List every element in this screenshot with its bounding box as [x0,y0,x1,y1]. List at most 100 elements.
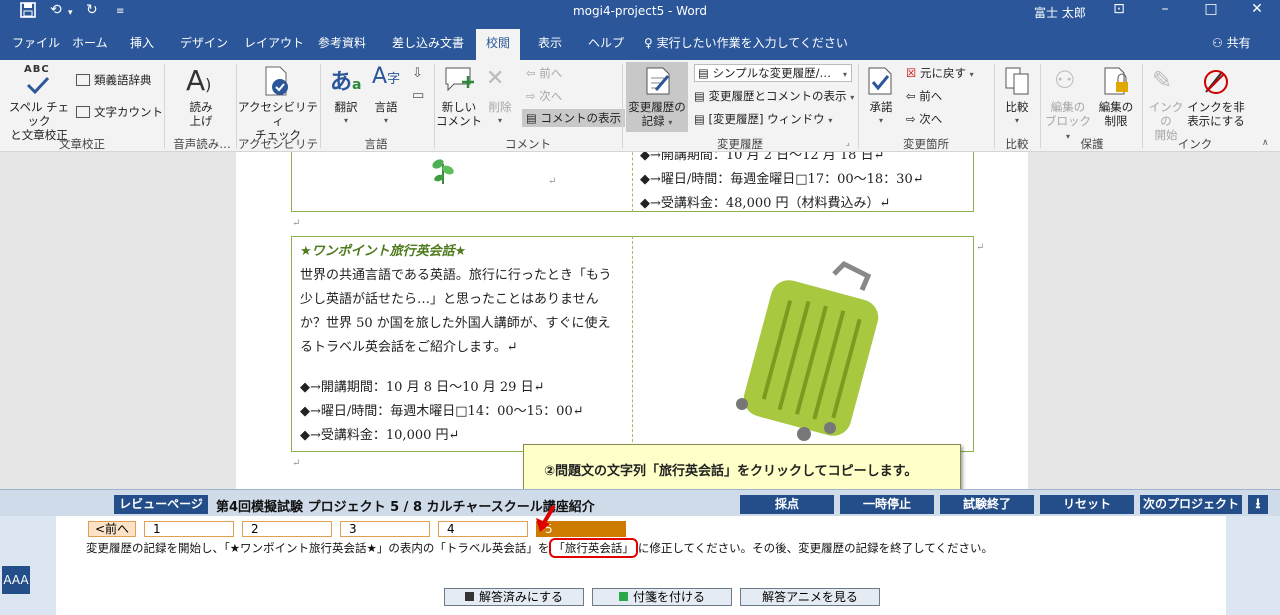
question-tab-1[interactable]: 1 [144,521,234,537]
accept-icon[interactable] [866,66,894,99]
prev-change-button[interactable]: ⇦ 前へ [906,89,942,103]
restrict-editing-icon[interactable] [1102,66,1130,99]
section-heading[interactable]: ★ワンポイント旅行英会話★ [300,240,466,259]
document-page[interactable]: ↵ ◆→開講期間：10 月 2 日～12 月 18 日↵ ◆→曜日/時間：毎週金… [236,152,1028,489]
maximize-icon[interactable]: □ [1196,1,1226,17]
question-tab-2[interactable]: 2 [242,521,332,537]
new-comment-button[interactable]: 新しい コメント [436,100,482,128]
paragraph-mark: ↵ [548,176,557,187]
hide-ink-icon[interactable] [1200,66,1230,99]
next-comment-button[interactable]: ⇨ 次へ [526,89,562,103]
prev-question-button[interactable]: <前へ [88,521,136,537]
block-authors-icon[interactable]: ⚇ [1054,66,1076,94]
language-extra-icon[interactable]: ⇩ [412,66,423,81]
track-changes-label-2: 記録 [641,114,665,128]
markup-display-select[interactable]: ▤ シンプルな変更履歴/… ▾ [694,64,852,82]
document-area[interactable]: ↵ ◆→開講期間：10 月 2 日～12 月 18 日↵ ◆→曜日/時間：毎週金… [0,152,1280,489]
minimize-icon[interactable]: – [1150,1,1180,17]
tab-home[interactable]: ホーム [72,34,108,51]
mark-answered-button[interactable]: 解答済みにする [444,588,584,606]
reject-button[interactable]: ☒ 元に戻す ▾ [906,66,974,82]
next-project-button[interactable]: 次のプロジェクト [1140,495,1242,514]
tab-insert[interactable]: 挿入 [130,34,154,51]
track-changes-button[interactable]: 変更履歴の 記録 ▾ [626,100,688,130]
language-icon[interactable]: A字 [372,64,400,89]
spelling-label: スペル チェック [8,100,70,128]
translate-button[interactable]: 翻訳 ▾ [326,100,366,128]
group-compare: 比較 [1005,137,1029,151]
detail-line-3[interactable]: ◆→受講料金：10,000 円↵ [300,424,459,443]
reviewing-pane-button[interactable]: ▤ [変更履歴] ウィンドウ ▾ [694,112,832,128]
dialog-launcher-icon[interactable]: ⌟ [846,138,850,147]
close-icon[interactable]: ✕ [1242,1,1272,17]
highlighted-phrase[interactable]: 「旅行英会話」 [549,538,638,558]
mark-answered-label: 解答済みにする [478,590,564,604]
body-line-3[interactable]: か？世界 50 か国を旅した外国人講師が、すぐに使え [300,312,611,331]
language-button[interactable]: 言語 ▾ [366,100,406,128]
question-tab-3[interactable]: 3 [340,521,430,537]
question-tab-4[interactable]: 4 [438,521,528,537]
pause-button[interactable]: 一時停止 [840,495,934,514]
tab-help[interactable]: ヘルプ [588,34,624,51]
download-icon[interactable]: ⭳ [1248,495,1268,514]
compare-icon[interactable] [1004,66,1032,99]
read-aloud-icon[interactable]: A) [186,64,211,97]
next-change-button[interactable]: ⇨ 次へ [906,112,942,126]
track-changes-icon[interactable] [644,66,672,99]
detail-line-1[interactable]: ◆→開講期間：10 月 8 日～10 月 29 日↵ [300,376,544,395]
question-content: <前へ 1 2 3 4 5 変更履歴の記録を開始し、「★ワンポイント旅行英会話★… [56,504,1226,615]
compare-button[interactable]: 比較 ▾ [998,100,1036,128]
accessibility-icon[interactable] [262,65,292,100]
spelling-icon[interactable]: ABC [24,64,52,98]
compare-label: 比較 [1005,100,1029,114]
read-aloud-button[interactable]: 読み 上げ [176,100,226,128]
restrict-editing-button[interactable]: 編集の 制限 [1094,100,1138,128]
tab-layout[interactable]: レイアウト [244,34,304,51]
question-text-before: 変更履歴の記録を開始し、「★ワンポイント旅行英会話★」の表内の「トラベル英会話」… [86,541,550,555]
new-comment-icon[interactable] [444,66,476,97]
reviewing-pane-label: [変更履歴] ウィンドウ [708,112,825,126]
tab-view[interactable]: 表示 [538,34,562,51]
markup-display-icon: ▤ [698,66,713,80]
prev-comment-button[interactable]: ⇦ 前へ [526,66,562,80]
answer-animation-button[interactable]: 解答アニメを見る [740,588,880,606]
body-line-2[interactable]: 少し英語が話せたら…」と思ったことはありません [300,288,599,307]
show-comments-button[interactable]: ▤ コメントの表示 [522,109,626,127]
font-size-button[interactable]: AAA [2,566,30,594]
share-button[interactable]: ⚇ 共有 [1212,34,1251,51]
tab-design[interactable]: デザイン [180,34,228,51]
tab-mailings[interactable]: 差し込み文書 [392,34,464,51]
user-name[interactable]: 富士 太郎 [1034,4,1086,21]
collapse-ribbon-icon[interactable]: ∧ [1262,138,1269,148]
body-line-4[interactable]: るトラベル英会話をご紹介します。↵ [300,336,518,355]
markup-display-value: シンプルな変更履歴/… [712,66,832,80]
hide-ink-button[interactable]: インクを非 表示にする [1186,100,1246,128]
suitcase-image[interactable] [726,260,886,448]
tab-file[interactable]: ファイル [12,34,60,51]
review-page-button[interactable]: レビューページ [114,495,208,514]
delete-comment-icon[interactable]: ✕ [486,66,504,91]
read-aloud-label-2: 上げ [189,114,213,128]
sprout-image[interactable] [430,154,456,189]
show-markup-button[interactable]: ▤ 変更履歴とコメントの表示 ▾ [694,89,854,105]
score-button[interactable]: 採点 [740,495,834,514]
tab-review[interactable]: 校閲 [476,29,521,60]
start-inking-icon[interactable]: ✎ [1152,66,1172,94]
reset-button[interactable]: リセット [1040,495,1134,514]
word-count-button[interactable]: 文字カウント [76,105,163,119]
delete-comment-button[interactable]: 削除 ▾ [482,100,518,128]
thesaurus-button[interactable]: 類義語辞典 [76,73,152,87]
ribbon-display-icon[interactable]: ⊡ [1104,1,1134,17]
tell-me-box[interactable]: ♀ 実行したい作業を入力してください [644,34,848,51]
block-authors-label-2: ブロック [1045,114,1091,128]
language-extra-icon-2[interactable]: ▭ [412,88,424,103]
group-language: 言語 [364,137,388,151]
ribbon: ABC スペル チェック と文章校正 類義語辞典 文字カウント 文章校正 A) … [0,60,1280,167]
translate-icon[interactable]: あa [330,64,361,96]
accept-button[interactable]: 承諾 ▾ [862,100,900,128]
tab-references[interactable]: 参考資料 [318,34,366,51]
body-line-1[interactable]: 世界の共通言語である英語。旅行に行ったとき「もう [300,264,611,283]
add-flag-button[interactable]: 付箋を付ける [592,588,732,606]
end-exam-button[interactable]: 試験終了 [940,495,1034,514]
detail-line-2[interactable]: ◆→曜日/時間：毎週木曜日□14：00～15：00↵ [300,400,584,419]
